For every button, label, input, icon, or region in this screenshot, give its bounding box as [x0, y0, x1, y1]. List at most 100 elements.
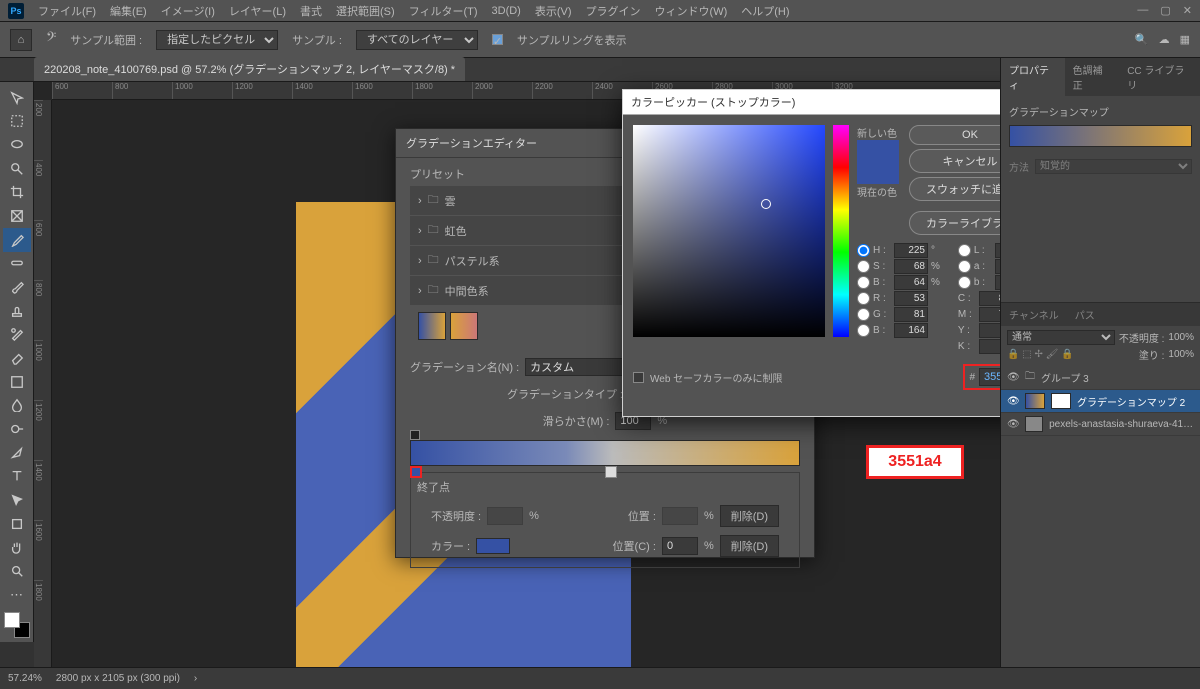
- path-select-tool[interactable]: [3, 488, 31, 512]
- healing-tool[interactable]: [3, 252, 31, 276]
- s-input[interactable]: [894, 259, 928, 274]
- b-radio[interactable]: [857, 276, 870, 289]
- menu-filter[interactable]: フィルター(T): [409, 3, 478, 19]
- tab-cc-libraries[interactable]: CC ライブラリ: [1119, 58, 1200, 96]
- lasso-tool[interactable]: [3, 133, 31, 157]
- crop-tool[interactable]: [3, 181, 31, 205]
- method-select[interactable]: 知覚的: [1035, 159, 1192, 174]
- positionc-input[interactable]: [662, 537, 698, 555]
- tab-paths[interactable]: パス: [1067, 303, 1103, 326]
- layer-name[interactable]: pexels-anastasia-shuraeva-4100769: [1049, 419, 1194, 430]
- dodge-tool[interactable]: [3, 417, 31, 441]
- zoom-level[interactable]: 57.24%: [8, 673, 42, 684]
- tab-adjustments[interactable]: 色調補正: [1065, 58, 1120, 96]
- layer-name[interactable]: グループ 3: [1041, 370, 1089, 385]
- delete-color-stop-button[interactable]: 削除(D): [720, 535, 779, 557]
- h-input[interactable]: [894, 243, 928, 258]
- eraser-tool[interactable]: [3, 346, 31, 370]
- menu-edit[interactable]: 編集(E): [110, 3, 147, 19]
- preset-thumb[interactable]: [418, 312, 446, 340]
- quick-select-tool[interactable]: [3, 157, 31, 181]
- visibility-icon[interactable]: 👁: [1007, 419, 1019, 430]
- menu-type[interactable]: 書式: [300, 3, 322, 19]
- gradient-bar[interactable]: [410, 440, 800, 466]
- lock-icons[interactable]: 🔒 ⬚ ✢ 🖌 🔒: [1007, 349, 1074, 360]
- type-tool[interactable]: [3, 465, 31, 489]
- fg-bg-swatches[interactable]: [4, 612, 30, 638]
- blur-tool[interactable]: [3, 394, 31, 418]
- show-ring-checkbox[interactable]: ✓: [492, 34, 503, 45]
- menu-image[interactable]: イメージ(I): [161, 3, 215, 19]
- r-radio[interactable]: [857, 292, 870, 305]
- layer-row[interactable]: 👁 グラデーションマップ 2: [1001, 390, 1200, 413]
- tab-channels[interactable]: チャンネル: [1001, 303, 1067, 326]
- mask-thumb[interactable]: [1051, 393, 1071, 409]
- hue-slider[interactable]: [833, 125, 849, 337]
- g-radio[interactable]: [857, 308, 870, 321]
- menu-view[interactable]: 表示(V): [535, 3, 572, 19]
- g-input[interactable]: [894, 307, 928, 322]
- menu-help[interactable]: ヘルプ(H): [741, 3, 789, 19]
- gradient-strip[interactable]: [410, 440, 800, 466]
- delete-opacity-stop-button[interactable]: 削除(D): [720, 505, 779, 527]
- history-brush-tool[interactable]: [3, 323, 31, 347]
- preset-thumb[interactable]: [450, 312, 478, 340]
- menu-plugin[interactable]: プラグイン: [586, 3, 641, 19]
- move-tool[interactable]: [3, 86, 31, 110]
- fg-color-swatch[interactable]: [4, 612, 20, 628]
- workspace-icon[interactable]: ▦: [1180, 33, 1190, 46]
- shape-tool[interactable]: [3, 512, 31, 536]
- pen-tool[interactable]: [3, 441, 31, 465]
- close-icon[interactable]: ✕: [1183, 4, 1192, 17]
- color-stop[interactable]: [605, 466, 617, 478]
- menu-3d[interactable]: 3D(D): [492, 5, 521, 17]
- b-hsb-input[interactable]: [894, 275, 928, 290]
- gradient-map-preview[interactable]: [1009, 125, 1192, 147]
- blab-radio[interactable]: [958, 276, 971, 289]
- b-rgb-input[interactable]: [894, 323, 928, 338]
- layer-row[interactable]: 👁 pexels-anastasia-shuraeva-4100769: [1001, 413, 1200, 436]
- cloud-icon[interactable]: ☁: [1159, 33, 1170, 46]
- menu-layer[interactable]: レイヤー(L): [229, 3, 286, 19]
- sample-scope-select[interactable]: 指定したピクセル: [156, 30, 278, 50]
- visibility-icon[interactable]: 👁: [1007, 396, 1019, 407]
- brush-tool[interactable]: [3, 275, 31, 299]
- menu-file[interactable]: ファイル(F): [38, 3, 96, 19]
- frame-tool[interactable]: [3, 204, 31, 228]
- eyedropper-tool[interactable]: [3, 228, 31, 252]
- h-radio[interactable]: [857, 244, 870, 257]
- blend-mode-select[interactable]: 通常: [1007, 330, 1115, 345]
- current-color-swatch[interactable]: [857, 162, 899, 184]
- sample-layers-select[interactable]: すべてのレイヤー: [356, 30, 478, 50]
- l-radio[interactable]: [958, 244, 971, 257]
- hand-tool[interactable]: [3, 535, 31, 559]
- layer-row[interactable]: 👁 🗀 グループ 3: [1001, 366, 1200, 390]
- color-stop-swatch[interactable]: [476, 538, 510, 554]
- tab-properties[interactable]: プロパティ: [1001, 58, 1065, 96]
- layer-name[interactable]: グラデーションマップ 2: [1077, 394, 1185, 409]
- stamp-tool[interactable]: [3, 299, 31, 323]
- menu-window[interactable]: ウィンドウ(W): [655, 3, 728, 19]
- chevron-right-icon[interactable]: ›: [194, 673, 197, 684]
- visibility-icon[interactable]: 👁: [1007, 372, 1019, 383]
- saturation-field[interactable]: [633, 125, 825, 337]
- gradient-tool[interactable]: [3, 370, 31, 394]
- a-radio[interactable]: [958, 260, 971, 273]
- opacity-stop[interactable]: [410, 430, 420, 440]
- maximize-icon[interactable]: ▢: [1160, 4, 1170, 17]
- s-radio[interactable]: [857, 260, 870, 273]
- zoom-tool[interactable]: [3, 559, 31, 583]
- brgb-radio[interactable]: [857, 324, 870, 337]
- eyedropper-icon[interactable]: 𝄢: [46, 31, 56, 49]
- marquee-tool[interactable]: [3, 110, 31, 134]
- color-stop-selected[interactable]: [410, 466, 422, 478]
- search-icon[interactable]: 🔍: [1135, 33, 1149, 46]
- home-button[interactable]: ⌂: [10, 29, 32, 51]
- websafe-checkbox[interactable]: [633, 372, 644, 383]
- minimize-icon[interactable]: —: [1137, 4, 1148, 17]
- menu-select[interactable]: 選択範囲(S): [336, 3, 395, 19]
- r-input[interactable]: [894, 291, 928, 306]
- document-tab[interactable]: 220208_note_4100769.psd @ 57.2% (グラデーション…: [34, 57, 465, 81]
- edit-toolbar[interactable]: ⋯: [3, 583, 31, 607]
- saturation-cursor[interactable]: [761, 199, 771, 209]
